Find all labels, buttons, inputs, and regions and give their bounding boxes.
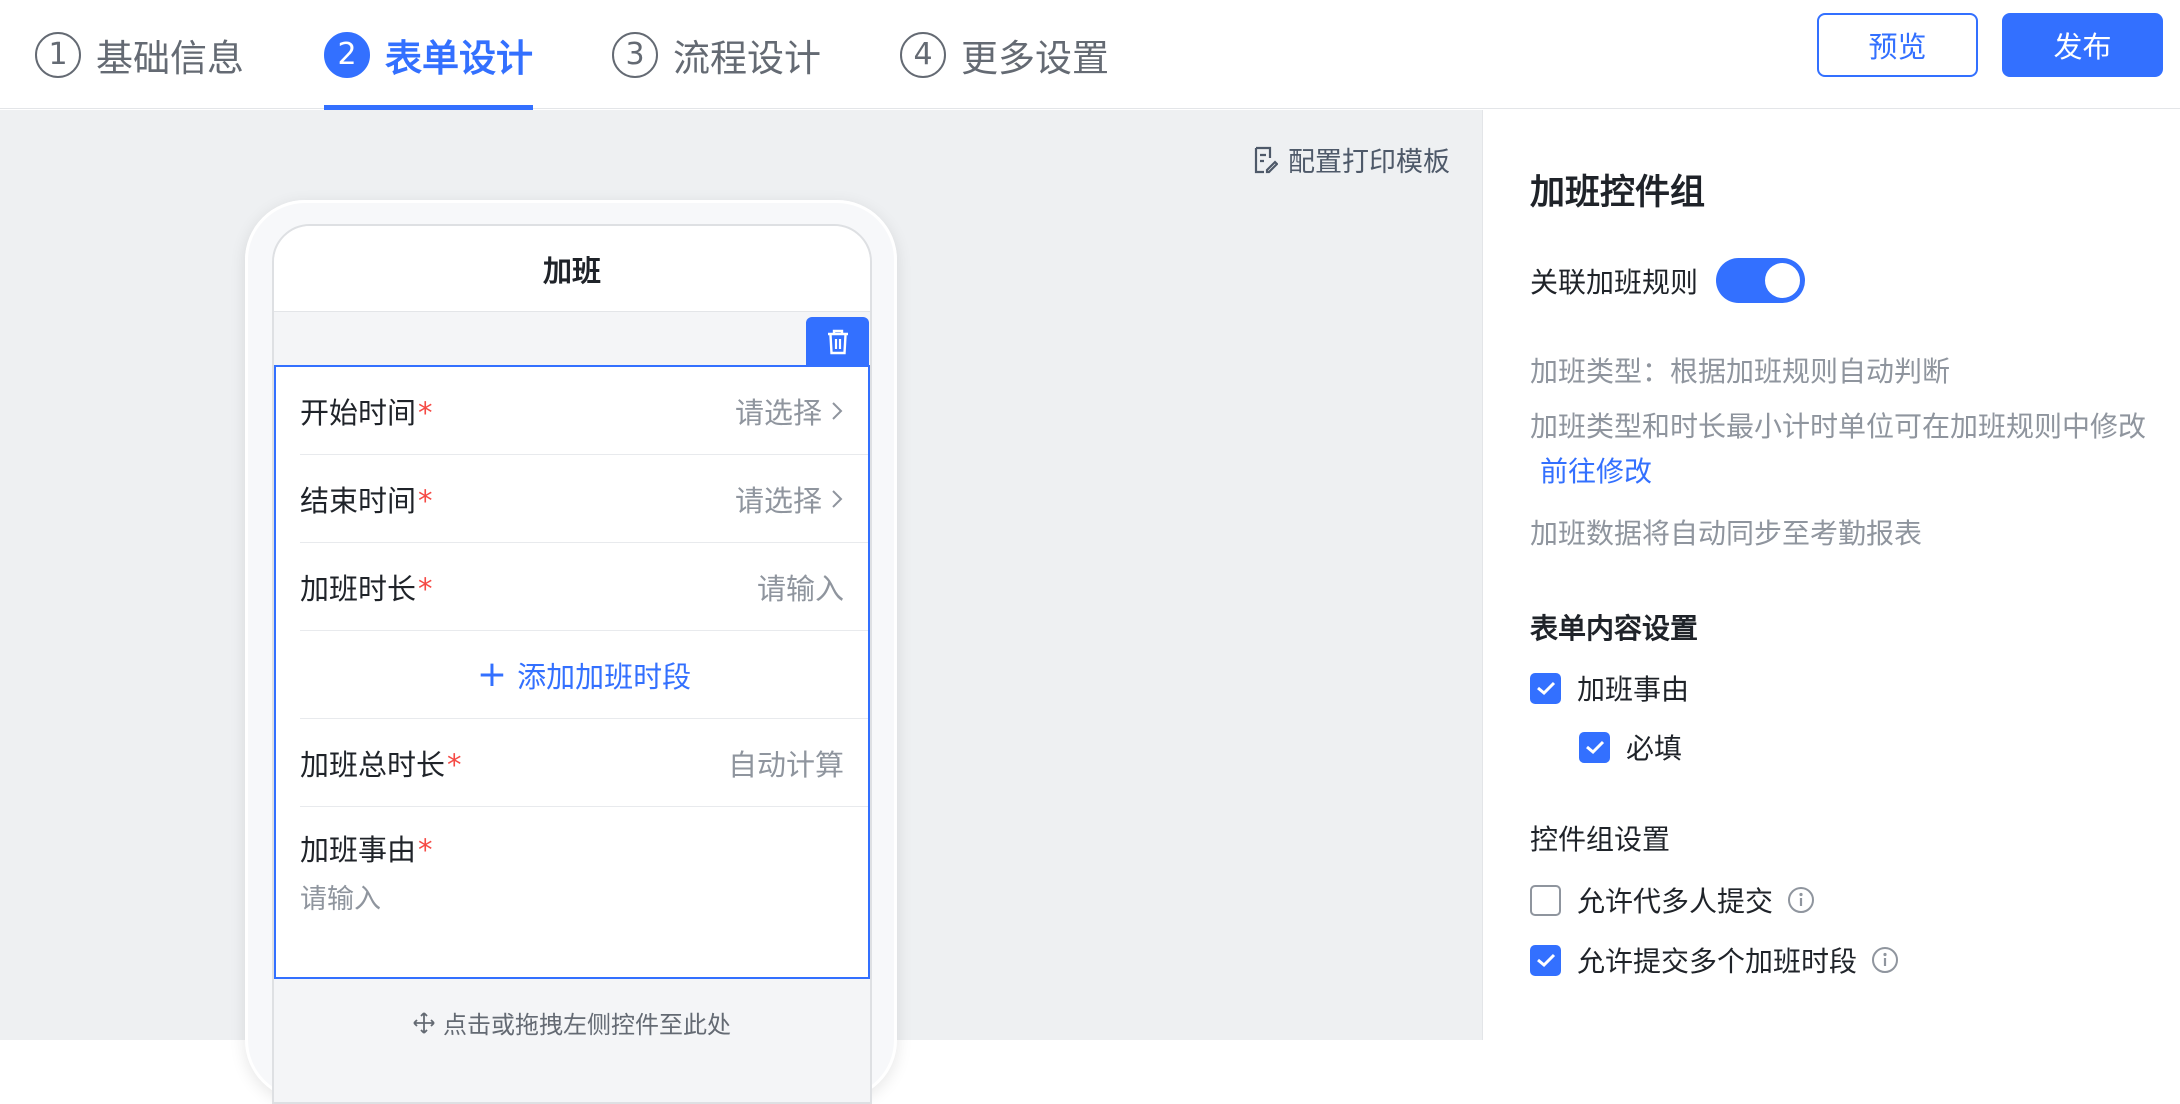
step-label: 表单设计 xyxy=(385,36,533,80)
field-start-time[interactable]: 开始时间* 请选择 xyxy=(300,367,868,455)
info-icon[interactable] xyxy=(1871,946,1899,974)
check-icon xyxy=(1585,740,1604,755)
required-mark: * xyxy=(418,571,433,606)
field-placeholder: 请选择 xyxy=(734,483,822,518)
field-label: 加班时长 xyxy=(300,571,417,606)
trash-icon xyxy=(827,329,848,355)
drop-zone-hint[interactable]: 点击或拖拽左侧控件至此处 xyxy=(272,1005,872,1040)
required-checkbox-row[interactable]: 必填 xyxy=(1579,727,1682,767)
print-template-label: 配置打印模板 xyxy=(1288,147,1450,178)
link-rule-toggle[interactable] xyxy=(1716,258,1806,303)
add-overtime-segment-button[interactable]: + 添加加班时段 xyxy=(300,631,868,719)
required-mark: * xyxy=(418,395,433,430)
toggle-knob xyxy=(1765,263,1801,298)
chevron-right-icon xyxy=(832,489,843,508)
field-placeholder: 请选择 xyxy=(734,395,822,430)
field-placeholder: 请输入 xyxy=(300,884,381,915)
field-end-time[interactable]: 结束时间* 请选择 xyxy=(300,455,868,543)
form-canvas: 配置打印模板 加班 开始时间* 请选择 结束时间* 请选择 加班时长* 请输入 … xyxy=(0,110,1482,1104)
multi-person-label: 允许代多人提交 xyxy=(1577,885,1774,918)
add-segment-label: 添加加班时段 xyxy=(517,659,692,694)
overtime-type-desc: 加班类型：根据加班规则自动判断 xyxy=(1530,355,1951,388)
print-template-link[interactable]: 配置打印模板 xyxy=(1252,140,1450,179)
delete-group-button[interactable] xyxy=(806,317,869,367)
field-label: 结束时间 xyxy=(300,483,417,518)
goto-modify-link[interactable]: 前往修改 xyxy=(1540,450,1652,490)
drop-hint-label: 点击或拖拽左侧控件至此处 xyxy=(443,1011,731,1039)
panel-title: 加班控件组 xyxy=(1530,173,1706,213)
reason-checkbox[interactable] xyxy=(1530,672,1561,704)
multi-segment-label: 允许提交多个加班时段 xyxy=(1577,945,1858,978)
modify-desc: 加班类型和时长最小计时单位可在加班规则中修改 xyxy=(1530,410,2147,443)
step-number: 1 xyxy=(35,31,81,78)
step-process-design[interactable]: 3 流程设计 xyxy=(612,0,821,109)
field-total-duration[interactable]: 加班总时长* 自动计算 xyxy=(300,719,868,807)
field-placeholder: 自动计算 xyxy=(727,747,844,782)
required-checkbox[interactable] xyxy=(1579,731,1610,763)
chevron-right-icon xyxy=(832,401,843,420)
required-mark: * xyxy=(447,747,462,782)
reason-checkbox-label: 加班事由 xyxy=(1577,673,1690,706)
field-placeholder: 请输入 xyxy=(756,571,844,606)
edit-document-icon xyxy=(1254,146,1278,173)
field-overtime-duration[interactable]: 加班时长* 请输入 xyxy=(300,543,868,631)
step-label: 流程设计 xyxy=(673,36,821,80)
step-number: 4 xyxy=(900,31,946,78)
field-label: 加班总时长 xyxy=(300,747,446,782)
step-basic-info[interactable]: 1 基础信息 xyxy=(35,0,244,109)
link-rule-label: 关联加班规则 xyxy=(1530,265,1699,299)
field-label: 加班事由 xyxy=(300,833,417,867)
move-icon xyxy=(413,1011,435,1034)
field-overtime-reason[interactable]: 加班事由* 请输入 xyxy=(300,827,844,916)
check-icon xyxy=(1536,681,1555,696)
field-label: 开始时间 xyxy=(300,395,417,430)
required-mark: * xyxy=(418,483,433,518)
step-form-design[interactable]: 2 表单设计 xyxy=(324,0,533,110)
group-settings-title: 控件组设置 xyxy=(1530,823,1671,856)
reason-checkbox-row[interactable]: 加班事由 xyxy=(1530,668,1689,708)
link-rule-setting: 关联加班规则 xyxy=(1530,258,1806,303)
top-bar: 1 基础信息 2 表单设计 3 流程设计 4 更多设置 预览 发布 xyxy=(0,0,2180,110)
phone-title: 加班 xyxy=(274,226,870,312)
step-label: 更多设置 xyxy=(961,36,1109,80)
properties-panel: 加班控件组 关联加班规则 加班类型：根据加班规则自动判断 加班类型和时长最小计时… xyxy=(1482,110,2180,1040)
step-number: 2 xyxy=(324,31,370,78)
step-more-settings[interactable]: 4 更多设置 xyxy=(900,0,1109,109)
multi-segment-checkbox-row[interactable]: 允许提交多个加班时段 xyxy=(1530,940,1899,980)
required-checkbox-label: 必填 xyxy=(1626,732,1683,765)
multi-segment-checkbox[interactable] xyxy=(1530,944,1561,976)
sync-desc: 加班数据将自动同步至考勤报表 xyxy=(1530,517,1923,550)
overtime-control-group[interactable]: 开始时间* 请选择 结束时间* 请选择 加班时长* 请输入 + 添加加班时段 加 xyxy=(274,365,870,979)
step-label: 基础信息 xyxy=(96,36,244,80)
multi-person-checkbox[interactable] xyxy=(1530,884,1561,916)
step-number: 3 xyxy=(612,31,658,78)
phone-screen: 加班 开始时间* 请选择 结束时间* 请选择 加班时长* 请输入 + 添加加班时… xyxy=(272,224,872,1104)
publish-button[interactable]: 发布 xyxy=(2002,13,2163,77)
preview-button[interactable]: 预览 xyxy=(1817,13,1978,77)
check-icon xyxy=(1536,953,1555,968)
plus-icon: + xyxy=(476,653,508,695)
info-icon[interactable] xyxy=(1787,886,1815,914)
form-content-title: 表单内容设置 xyxy=(1530,612,1699,645)
multi-person-checkbox-row[interactable]: 允许代多人提交 xyxy=(1530,880,1815,920)
required-mark: * xyxy=(418,833,433,867)
